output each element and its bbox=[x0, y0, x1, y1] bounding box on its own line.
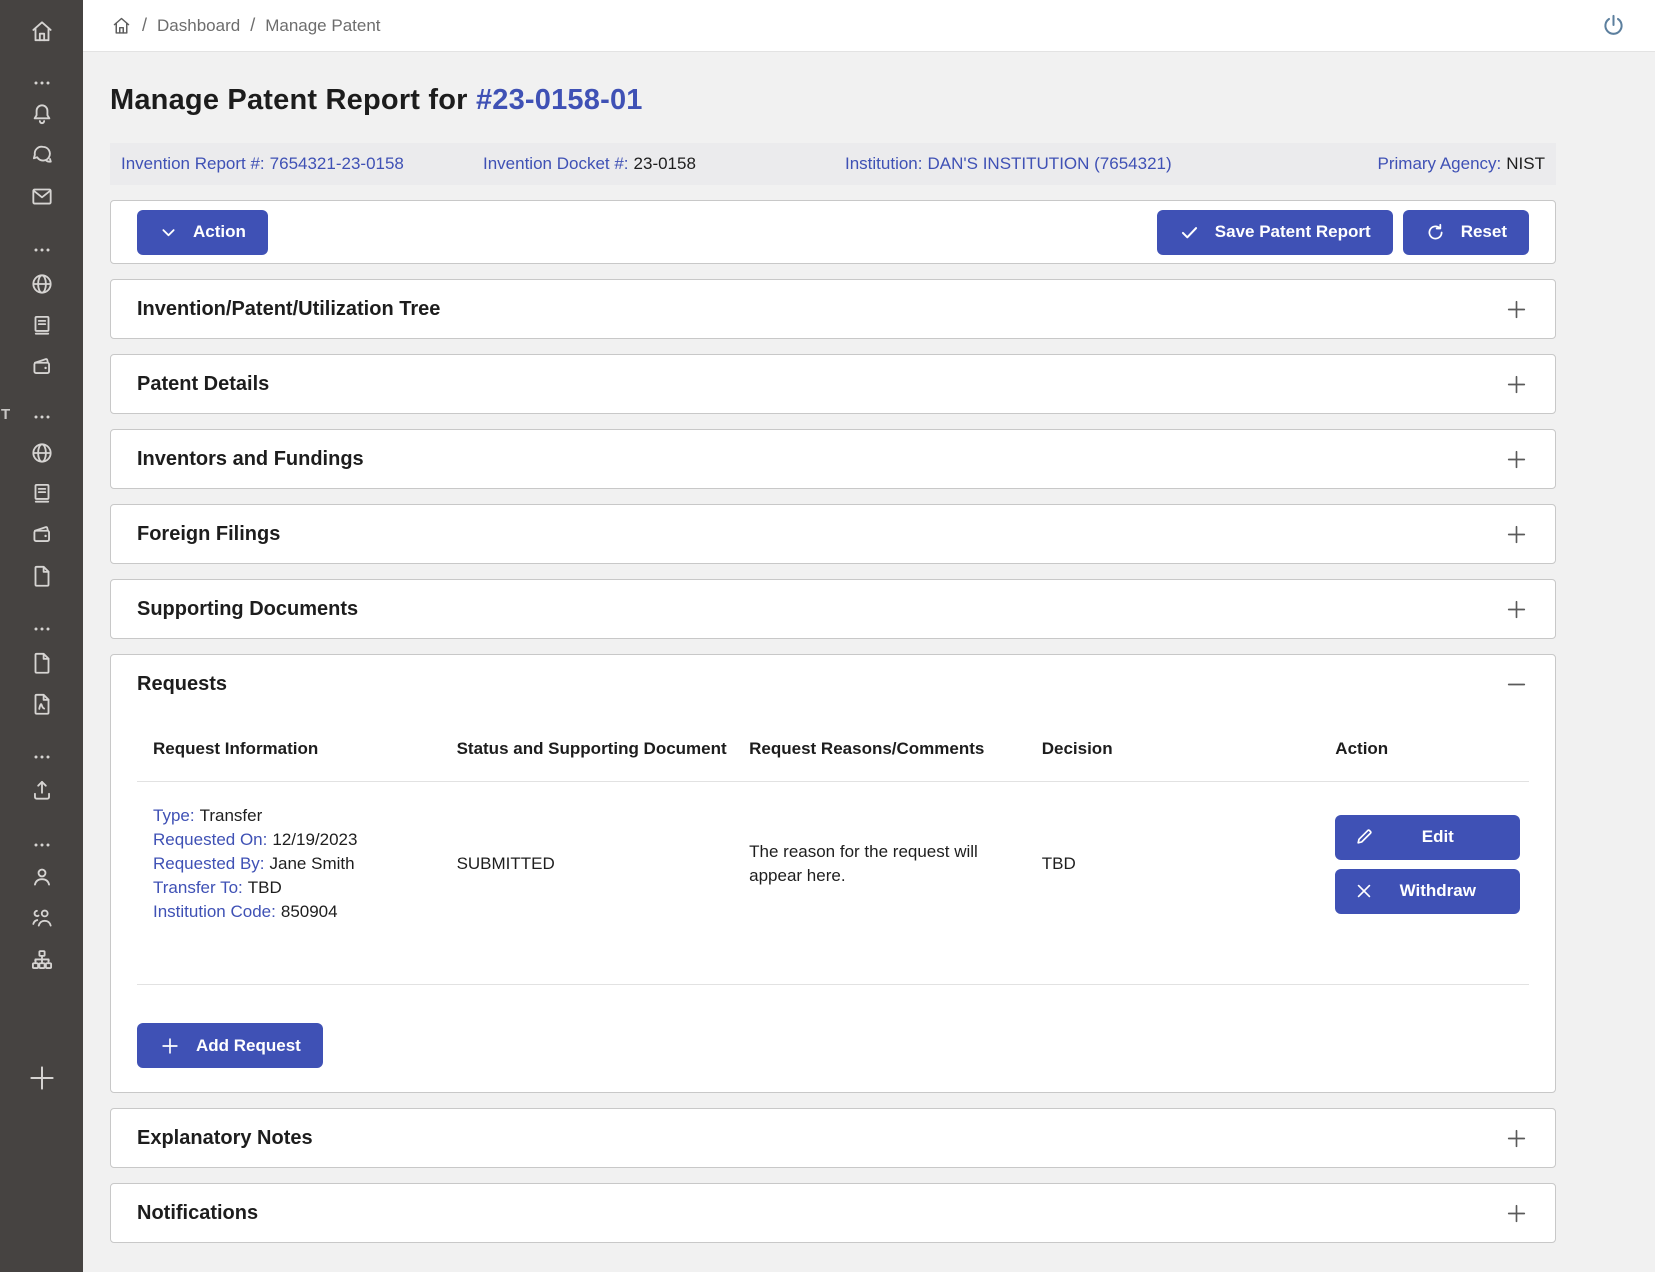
wallet-icon[interactable] bbox=[0, 352, 83, 380]
home-icon[interactable] bbox=[0, 17, 83, 45]
people-icon[interactable] bbox=[0, 904, 83, 932]
close-x-icon bbox=[1354, 881, 1374, 901]
decision-cell: TBD bbox=[1026, 854, 1320, 874]
section-patent-details: Patent Details bbox=[110, 354, 1556, 414]
expand-plus-icon[interactable] bbox=[1504, 522, 1529, 547]
wallet-icon[interactable] bbox=[0, 520, 83, 548]
edit-button[interactable]: Edit bbox=[1335, 815, 1520, 860]
breadcrumb-home-icon[interactable] bbox=[111, 15, 132, 36]
column-header-status-supporting-document: Status and Supporting Document bbox=[441, 737, 734, 761]
column-header-action: Action bbox=[1319, 737, 1529, 761]
sidebar-partial-label: T bbox=[1, 406, 10, 423]
breadcrumb-separator: / bbox=[250, 15, 255, 36]
status-badge: SUBMITTED bbox=[457, 854, 555, 873]
notifications-bell-icon[interactable] bbox=[0, 100, 83, 128]
column-header-request-information: Request Information bbox=[137, 737, 441, 761]
section-supporting-documents: Supporting Documents bbox=[110, 579, 1556, 639]
check-icon bbox=[1179, 222, 1200, 243]
pencil-icon bbox=[1354, 827, 1374, 847]
invention-report-number: Invention Report #:7654321-23-0158 bbox=[121, 154, 483, 174]
requests-table-header: Request Information Status and Supportin… bbox=[137, 713, 1529, 781]
section-inventors-and-fundings: Inventors and Fundings bbox=[110, 429, 1556, 489]
breadcrumb-item-dashboard[interactable]: Dashboard bbox=[157, 16, 240, 36]
requests-table: Request Information Status and Supportin… bbox=[111, 713, 1555, 1092]
ellipsis-icon[interactable] bbox=[0, 615, 83, 643]
expand-plus-icon[interactable] bbox=[1504, 1201, 1529, 1226]
collapse-minus-icon[interactable] bbox=[1504, 672, 1529, 697]
chevron-down-icon bbox=[159, 223, 178, 242]
globe-icon[interactable] bbox=[0, 439, 83, 467]
request-information-cell: Type:Transfer Requested On:12/19/2023 Re… bbox=[137, 804, 441, 924]
document-icon[interactable] bbox=[0, 311, 83, 339]
breadcrumb-separator: / bbox=[142, 15, 147, 36]
info-bar: Invention Report #:7654321-23-0158 Inven… bbox=[110, 143, 1556, 185]
ellipsis-icon[interactable] bbox=[0, 69, 83, 97]
globe-icon[interactable] bbox=[0, 270, 83, 298]
topbar: / Dashboard / Manage Patent bbox=[83, 0, 1655, 52]
withdraw-button[interactable]: Withdraw bbox=[1335, 869, 1520, 914]
accordion-header[interactable]: Requests bbox=[111, 655, 1555, 713]
power-icon[interactable] bbox=[1600, 12, 1627, 39]
sidebar: T bbox=[0, 0, 83, 1272]
accordion-header[interactable]: Supporting Documents bbox=[111, 580, 1555, 638]
accordion-header[interactable]: Inventors and Fundings bbox=[111, 430, 1555, 488]
institution: Institution:DAN'S INSTITUTION (7654321) bbox=[845, 154, 1327, 174]
section-invention-patent-utilization-tree: Invention/Patent/Utilization Tree bbox=[110, 279, 1556, 339]
accordion-header[interactable]: Explanatory Notes bbox=[111, 1109, 1555, 1167]
upload-icon[interactable] bbox=[0, 776, 83, 804]
chat-icon[interactable] bbox=[0, 141, 83, 169]
reason-cell: The reason for the request will appear h… bbox=[733, 840, 1026, 888]
invention-docket-number: Invention Docket #:23-0158 bbox=[483, 154, 845, 174]
accordion-header[interactable]: Notifications bbox=[111, 1184, 1555, 1242]
column-header-request-reasons-comments: Request Reasons/Comments bbox=[733, 737, 1026, 761]
main-content: Manage Patent Report for #23-0158-01 Inv… bbox=[83, 52, 1655, 1243]
add-request-button[interactable]: Add Request bbox=[137, 1023, 323, 1068]
accordion-header[interactable]: Invention/Patent/Utilization Tree bbox=[111, 280, 1555, 338]
column-header-decision: Decision bbox=[1026, 737, 1320, 761]
table-row: Type:Transfer Requested On:12/19/2023 Re… bbox=[137, 782, 1529, 984]
plus-icon[interactable] bbox=[0, 1064, 83, 1092]
status-cell: SUBMITTED bbox=[441, 854, 734, 874]
file-icon[interactable] bbox=[0, 649, 83, 677]
file-icon[interactable] bbox=[0, 562, 83, 590]
plus-icon bbox=[159, 1035, 181, 1057]
ellipsis-icon[interactable] bbox=[0, 831, 83, 859]
mail-icon[interactable] bbox=[0, 182, 83, 210]
expand-plus-icon[interactable] bbox=[1504, 297, 1529, 322]
ellipsis-icon[interactable] bbox=[0, 743, 83, 771]
section-requests: Requests Request Information Status and … bbox=[110, 654, 1556, 1093]
expand-plus-icon[interactable] bbox=[1504, 1126, 1529, 1151]
expand-plus-icon[interactable] bbox=[1504, 372, 1529, 397]
action-cell: Edit Withdraw bbox=[1319, 815, 1529, 914]
toolbar: Action Save Patent Report Reset bbox=[110, 200, 1556, 264]
breadcrumb: / Dashboard / Manage Patent bbox=[111, 15, 381, 36]
divider bbox=[137, 984, 1529, 985]
breadcrumb-item-manage-patent[interactable]: Manage Patent bbox=[265, 16, 380, 36]
section-notifications: Notifications bbox=[110, 1183, 1556, 1243]
org-chart-icon[interactable] bbox=[0, 946, 83, 974]
primary-agency: Primary Agency:NIST bbox=[1378, 154, 1546, 174]
person-icon[interactable] bbox=[0, 863, 83, 891]
expand-plus-icon[interactable] bbox=[1504, 597, 1529, 622]
page-title-text: Manage Patent Report for bbox=[110, 84, 476, 116]
section-explanatory-notes: Explanatory Notes bbox=[110, 1108, 1556, 1168]
accordion-header[interactable]: Patent Details bbox=[111, 355, 1555, 413]
ellipsis-icon[interactable] bbox=[0, 236, 83, 264]
action-button[interactable]: Action bbox=[137, 210, 268, 255]
report-id: #23-0158-01 bbox=[476, 84, 643, 116]
refresh-icon bbox=[1425, 222, 1446, 243]
ellipsis-icon[interactable] bbox=[0, 403, 83, 431]
file-pdf-icon[interactable] bbox=[0, 690, 83, 718]
page-title: Manage Patent Report for #23-0158-01 bbox=[110, 84, 1556, 117]
document-icon[interactable] bbox=[0, 479, 83, 507]
section-foreign-filings: Foreign Filings bbox=[110, 504, 1556, 564]
expand-plus-icon[interactable] bbox=[1504, 447, 1529, 472]
save-patent-report-button[interactable]: Save Patent Report bbox=[1157, 210, 1393, 255]
accordion-header[interactable]: Foreign Filings bbox=[111, 505, 1555, 563]
reset-button[interactable]: Reset bbox=[1403, 210, 1529, 255]
